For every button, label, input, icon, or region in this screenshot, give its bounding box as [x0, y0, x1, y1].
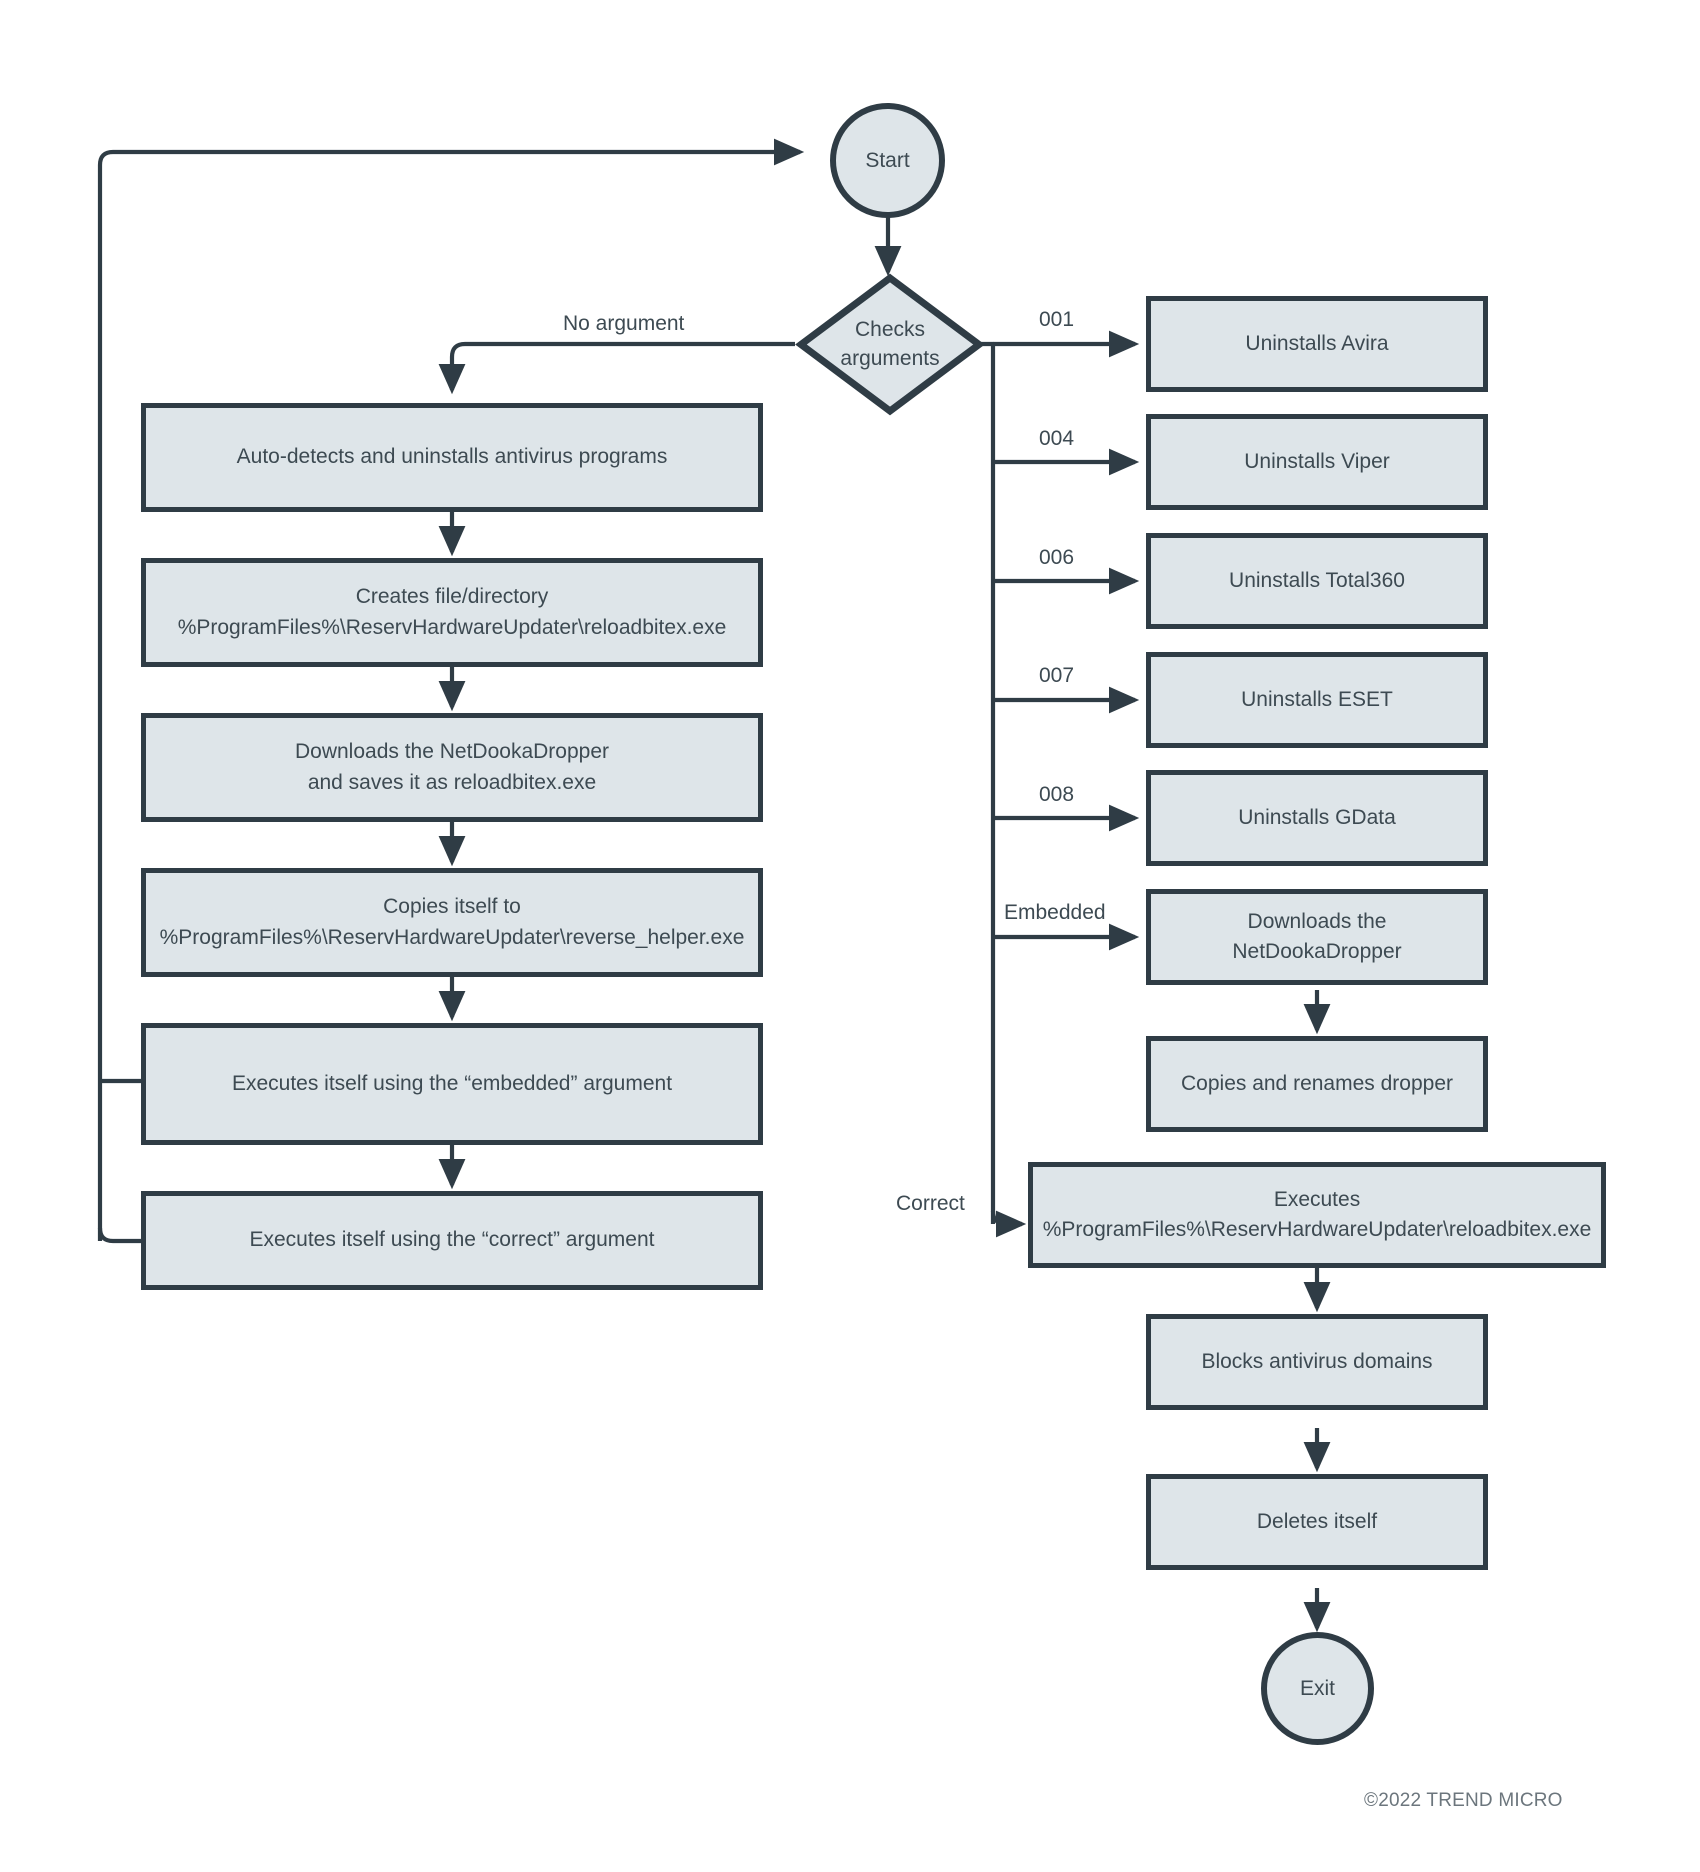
- node-uninstalls-total360-label: Uninstalls Total360: [1229, 568, 1405, 592]
- node-blocks-antivirus-domains: Blocks antivirus domains: [1146, 1314, 1488, 1410]
- node-downloads-netdookadropper: Downloads the NetDookaDropper: [1146, 889, 1488, 985]
- edge-label-correct: Correct: [896, 1192, 965, 1215]
- node-executes-reloadbitex-label: Executes %ProgramFiles%\ReservHardwareUp…: [1042, 1187, 1592, 1241]
- node-copies-itself: Copies itself to %ProgramFiles%\ReservHa…: [141, 868, 763, 977]
- node-auto-detects: Auto-detects and uninstalls antivirus pr…: [141, 403, 763, 512]
- node-executes-embedded-label: Executes itself using the “embedded” arg…: [231, 1071, 673, 1095]
- flowchart-canvas: Start Checks arguments No argument Auto-…: [0, 0, 1700, 1872]
- edge-label-006: 006: [1039, 546, 1075, 569]
- decision-checks-arguments: Checks arguments: [795, 272, 985, 417]
- exit-label: Exit: [1299, 1676, 1335, 1700]
- node-executes-correct: Executes itself using the “correct” argu…: [141, 1191, 763, 1290]
- node-uninstalls-eset-label: Uninstalls ESET: [1241, 687, 1393, 711]
- edge-label-no-argument: No argument: [563, 312, 685, 335]
- copyright-notice: ©2022 TREND MICRO: [1364, 1790, 1563, 1811]
- exit-terminator: Exit: [1261, 1632, 1374, 1745]
- edge-label-embedded: Embedded: [1004, 901, 1106, 924]
- edge-label-001: 001: [1039, 308, 1075, 331]
- node-downloads-netdookadropper-label: Downloads the NetDookaDropper: [1232, 909, 1402, 963]
- node-copies-renames-dropper: Copies and renames dropper: [1146, 1036, 1488, 1132]
- node-creates-file: Creates file/directory %ProgramFiles%\Re…: [141, 558, 763, 667]
- edge-label-008: 008: [1039, 783, 1075, 806]
- node-creates-file-label: Creates file/directory %ProgramFiles%\Re…: [177, 585, 727, 639]
- node-uninstalls-total360: Uninstalls Total360: [1146, 533, 1488, 629]
- node-uninstalls-avira-label: Uninstalls Avira: [1245, 331, 1389, 355]
- node-copies-renames-dropper-label: Copies and renames dropper: [1181, 1071, 1453, 1095]
- node-deletes-itself: Deletes itself: [1146, 1474, 1488, 1570]
- node-uninstalls-gdata: Uninstalls GData: [1146, 770, 1488, 866]
- node-auto-detects-label: Auto-detects and uninstalls antivirus pr…: [236, 445, 668, 469]
- node-uninstalls-eset: Uninstalls ESET: [1146, 652, 1488, 748]
- node-downloads-dropper: Downloads the NetDookaDropper and saves …: [141, 713, 763, 822]
- node-uninstalls-viper-label: Uninstalls Viper: [1244, 449, 1390, 473]
- node-uninstalls-avira: Uninstalls Avira: [1146, 296, 1488, 392]
- edge-label-007: 007: [1039, 664, 1075, 687]
- node-blocks-antivirus-domains-label: Blocks antivirus domains: [1201, 1349, 1433, 1373]
- start-label: Start: [865, 148, 910, 172]
- edge-label-004: 004: [1039, 427, 1075, 450]
- node-deletes-itself-label: Deletes itself: [1256, 1509, 1378, 1533]
- node-executes-reloadbitex: Executes %ProgramFiles%\ReservHardwareUp…: [1028, 1162, 1606, 1268]
- node-downloads-dropper-label: Downloads the NetDookaDropper and saves …: [294, 740, 609, 794]
- decision-label: Checks arguments: [840, 318, 940, 370]
- node-executes-correct-label: Executes itself using the “correct” argu…: [249, 1228, 655, 1252]
- node-executes-embedded: Executes itself using the “embedded” arg…: [141, 1023, 763, 1145]
- node-copies-itself-label: Copies itself to %ProgramFiles%\ReservHa…: [159, 895, 745, 949]
- start-terminator: Start: [830, 103, 945, 218]
- node-uninstalls-viper: Uninstalls Viper: [1146, 414, 1488, 510]
- node-uninstalls-gdata-label: Uninstalls GData: [1238, 805, 1396, 829]
